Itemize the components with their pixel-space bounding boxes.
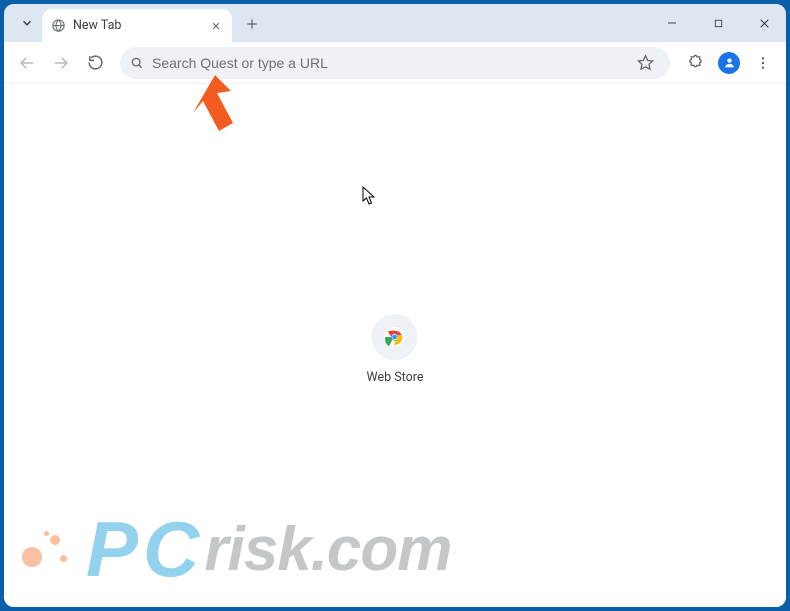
tab-title: New Tab (73, 18, 201, 33)
tab-strip: New Tab (4, 4, 786, 42)
user-avatar-icon (718, 52, 740, 74)
close-icon (211, 21, 221, 31)
search-icon (130, 56, 144, 70)
tab-search-button[interactable] (14, 10, 40, 36)
window-close-button[interactable] (748, 10, 780, 36)
toolbar (4, 42, 786, 84)
arrow-left-icon (18, 54, 36, 72)
profile-button[interactable] (714, 48, 744, 78)
maximize-icon (713, 18, 724, 29)
minimize-button[interactable] (656, 10, 688, 36)
overflow-menu-button[interactable] (748, 48, 778, 78)
shortcut-web-store[interactable]: Web Store (367, 314, 424, 385)
address-input[interactable] (152, 55, 622, 71)
minimize-icon (666, 17, 678, 29)
plus-icon (245, 17, 259, 31)
close-icon (758, 17, 771, 30)
bookmark-button[interactable] (630, 48, 660, 78)
address-bar[interactable] (120, 47, 670, 79)
reload-icon (87, 54, 104, 71)
forward-button[interactable] (46, 48, 76, 78)
chrome-logo-icon (384, 326, 406, 348)
dots-vertical-icon (755, 55, 771, 71)
shortcut-tile (372, 314, 418, 360)
browser-tab[interactable]: New Tab (42, 9, 232, 42)
browser-window: New Tab (4, 4, 786, 607)
reload-button[interactable] (80, 48, 110, 78)
chevron-down-icon (20, 16, 34, 30)
globe-icon (50, 18, 66, 34)
new-tab-button[interactable] (238, 10, 266, 38)
arrow-right-icon (52, 54, 70, 72)
star-icon (637, 54, 654, 71)
maximize-button[interactable] (702, 10, 734, 36)
back-button[interactable] (12, 48, 42, 78)
extensions-button[interactable] (680, 48, 710, 78)
puzzle-icon (687, 54, 704, 71)
window-controls (656, 10, 780, 36)
page-content: Web Store (4, 84, 786, 607)
shortcut-label: Web Store (367, 370, 424, 385)
tab-close-button[interactable] (208, 18, 224, 34)
